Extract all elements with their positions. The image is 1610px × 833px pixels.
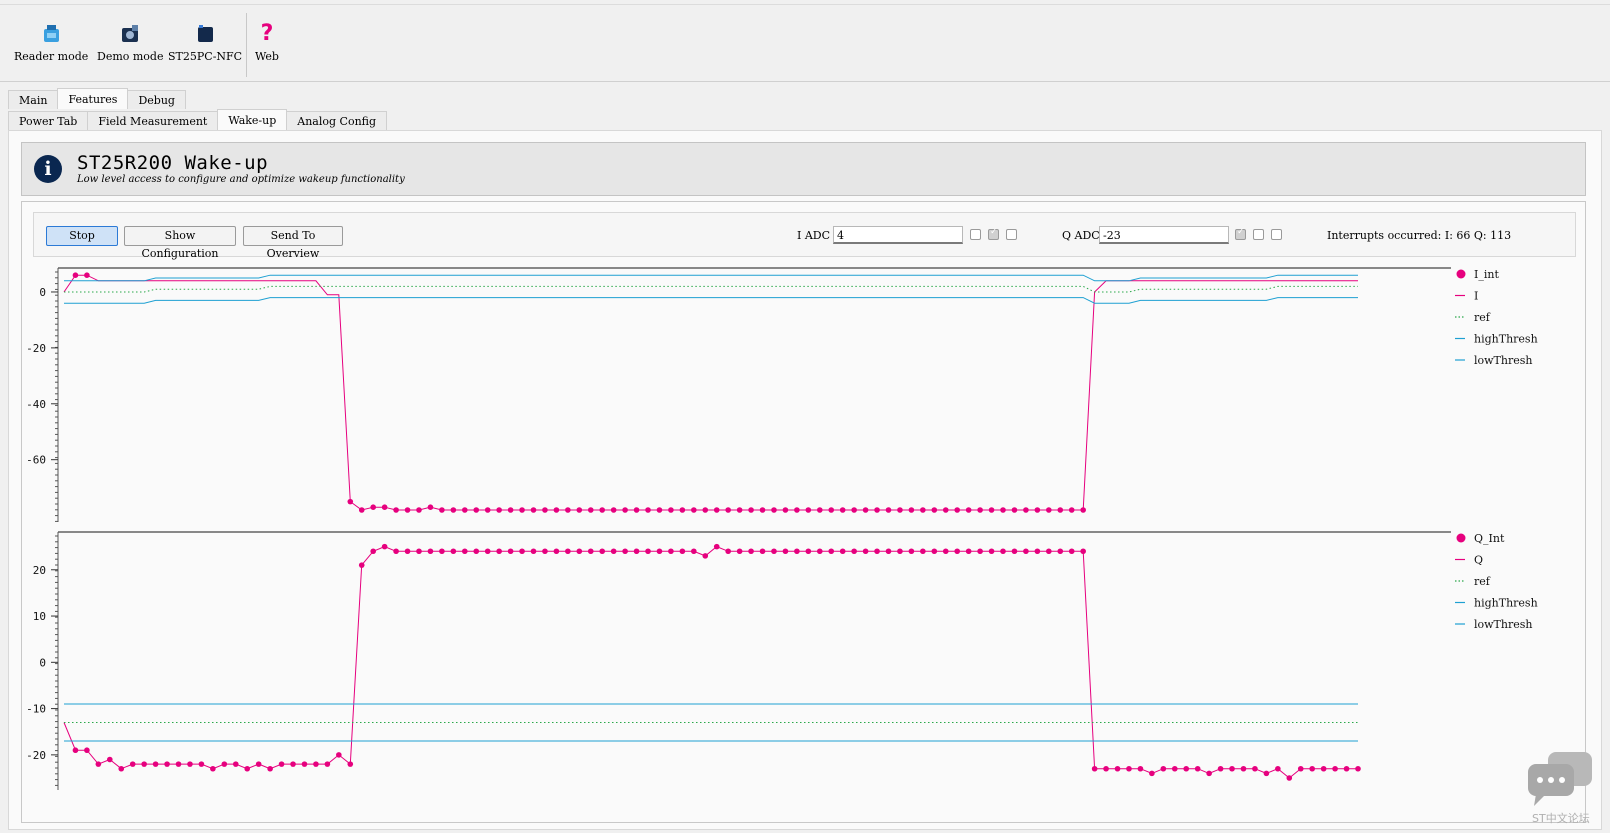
page-subtitle: Low level access to configure and optimi… (77, 174, 405, 185)
i-checkbox-2[interactable] (988, 227, 999, 240)
legend-label: ref (1474, 311, 1491, 324)
legend-label: highThresh (1474, 333, 1538, 346)
wakeup-panel: i ST25R200 Wake-up Low level access to c… (8, 130, 1602, 830)
y-tick-label: -40 (26, 398, 46, 411)
q-adc-label: Q ADC (1062, 229, 1100, 242)
help-question-icon: ? (260, 21, 274, 46)
info-icon: i (34, 155, 62, 183)
series-q-line (63, 546, 1358, 779)
tab-wake-up[interactable]: Wake-up (217, 109, 288, 130)
y-tick-label: -20 (26, 342, 46, 355)
y-tick-label: -20 (26, 749, 46, 762)
wakeup-content: Stop Show Configuration Send To Overview… (21, 201, 1586, 823)
board-icon (194, 23, 216, 45)
sub-tab-bar: Power Tab Field Measurement Wake-up Anal… (8, 109, 388, 130)
demo-mode-button[interactable]: Demo mode (97, 23, 163, 63)
tab-debug[interactable]: Debug (127, 90, 186, 109)
i-checkbox-1[interactable] (970, 229, 981, 240)
q-checkbox-1[interactable] (1235, 227, 1246, 240)
control-bar: Stop Show Configuration Send To Overview… (33, 212, 1576, 260)
wakeup-charts: 0 -20 -40 -60 I_int Iref highThresh lowThresh 20… (26, 267, 1538, 790)
y-tick-label: -10 (26, 703, 46, 716)
legend-label: lowThresh (1474, 618, 1532, 631)
series-highthresh-line (64, 274, 1358, 282)
stop-button[interactable]: Stop (46, 226, 118, 246)
y-tick-label: 0 (39, 656, 46, 669)
legend-label: Q_Int (1474, 532, 1505, 545)
tab-main[interactable]: Main (8, 90, 59, 109)
interrupts-status: Interrupts occurred: I: 66 Q: 113 (1327, 229, 1512, 242)
toolbar-separator (246, 13, 247, 77)
reader-mode-icon (40, 23, 62, 45)
page-header: i ST25R200 Wake-up Low level access to c… (21, 142, 1586, 196)
tab-analog-config[interactable]: Analog Config (286, 111, 388, 130)
legend-label: Q (1474, 554, 1483, 567)
series-i-line (63, 274, 1358, 511)
show-configuration-button[interactable]: Show Configuration (124, 226, 236, 260)
page-title: ST25R200 Wake-up (77, 152, 269, 174)
chat-bubble-icon (1526, 750, 1596, 811)
web-button[interactable]: ? Web (255, 21, 279, 64)
tab-power[interactable]: Power Tab (8, 111, 89, 130)
toolbar: Reader mode Demo mode ST25PC-NFC ? Web (0, 4, 1610, 82)
q-adc-field[interactable]: -23 (1099, 226, 1229, 244)
legend-marker (1456, 269, 1466, 279)
legend-marker (1456, 533, 1466, 543)
main-tab-bar: Main Features Debug (8, 88, 186, 109)
demo-mode-label: Demo mode (97, 50, 164, 63)
st25pc-nfc-button[interactable]: ST25PC-NFC (168, 23, 242, 63)
reader-mode-button[interactable]: Reader mode (14, 23, 88, 63)
send-to-overview-button[interactable]: Send To Overview (243, 226, 343, 260)
tab-features[interactable]: Features (57, 88, 129, 109)
i-adc-field[interactable]: 4 (833, 226, 963, 244)
legend-label: lowThresh (1474, 354, 1532, 367)
legend-label: I (1474, 290, 1478, 303)
y-tick-label: 10 (33, 610, 46, 623)
q-checkbox-3[interactable] (1271, 229, 1282, 240)
y-tick-label: 20 (33, 564, 46, 577)
series-ref-line (64, 285, 1358, 293)
web-label: Web (255, 50, 279, 63)
legend-label: ref (1474, 575, 1491, 588)
i-adc-label: I ADC (797, 229, 831, 242)
st25pc-nfc-label: ST25PC-NFC (168, 50, 243, 63)
tab-field-measurement[interactable]: Field Measurement (87, 111, 219, 130)
q-checkbox-2[interactable] (1253, 229, 1264, 240)
y-tick-label: -60 (26, 454, 46, 467)
demo-mode-icon (119, 23, 141, 45)
legend-label: I_int (1474, 268, 1499, 281)
i-checkbox-3[interactable] (1006, 229, 1017, 240)
y-tick-label: 0 (39, 286, 46, 299)
reader-mode-label: Reader mode (14, 50, 89, 63)
legend-label: highThresh (1474, 597, 1538, 610)
series-lowthresh-line (64, 297, 1358, 304)
forum-watermark-logo: ST中文论坛 (1532, 812, 1590, 825)
